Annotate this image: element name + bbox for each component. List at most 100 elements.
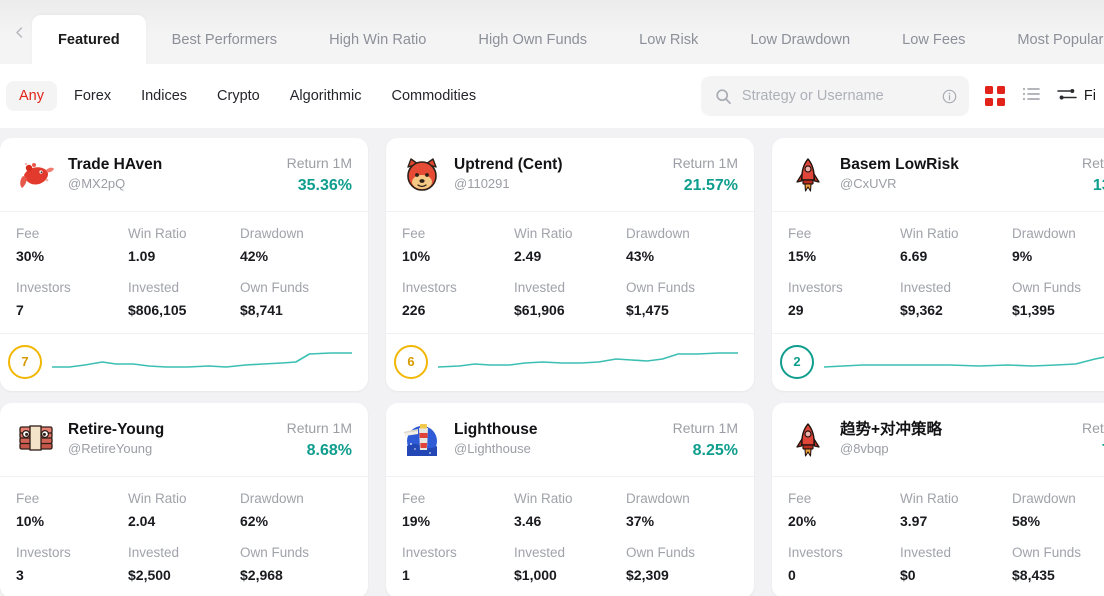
stat-invested: Invested $9,362 [900,278,1012,321]
stats-row-primary: Fee 20% Win Ratio 3.97 Drawdown 58% [788,489,1104,532]
stat-label: Drawdown [240,226,304,241]
strategy-card-5[interactable]: Lighthouse @Lighthouse Return 1M 8.25% F… [386,403,754,596]
strategy-card-6[interactable]: 趋势+对冲策略 @8vbqp Return 7.9 Fee 20% Win Ra… [772,403,1104,596]
rocket-avatar [788,155,828,195]
strategy-card-5-return: Return 1M 8.25% [665,419,738,462]
stat-value: 0 [788,567,796,583]
return-label: Return [1081,420,1104,436]
strategy-card-3[interactable]: Basem LowRisk @CxUVR Return 13.9 Fee 15%… [772,138,1104,391]
strategy-name: Lighthouse [454,421,538,438]
stat-label: Investors [402,280,457,295]
stats-row-primary: Fee 10% Win Ratio 2.04 Drawdown 62% [16,489,352,532]
category-tab-bar: Featured Best Performers High Win Ratio Hig… [0,0,1104,64]
tab-high-own-funds[interactable]: High Own Funds [452,15,613,64]
stat-value: 10% [16,513,45,529]
stat-win-ratio: Win Ratio 1.09 [128,224,240,267]
stats-row-primary: Fee 10% Win Ratio 2.49 Drawdown 43% [402,224,738,267]
strategy-name: Basem LowRisk [840,156,959,173]
tabs-scroll-container[interactable]: Featured Best Performers High Win Ratio Hig… [32,0,1104,64]
strategy-card-1-performance-row: 7 [0,333,368,391]
stat-fee: Fee 10% [16,489,128,532]
chevron-left-icon[interactable] [6,0,32,64]
asset-class-chip-row: Any Forex Indices Crypto Algorithmic Commodit… [6,81,489,111]
strategy-card-1-header: Trade HAven @MX2pQ Return 1M 35.36% [0,138,368,212]
strategy-card-4-identity: Retire-Young @RetireYoung [68,419,279,458]
performance-sparkline [52,345,352,379]
stat-value: 6.69 [900,248,928,264]
tab-featured[interactable]: Featured [32,15,146,64]
stat-invested: Invested $0 [900,543,1012,586]
stat-label: Win Ratio [128,226,187,241]
stat-value: $61,906 [514,302,565,318]
stat-value: $2,968 [240,567,283,583]
stat-value: $1,000 [514,567,557,583]
stat-label: Own Funds [626,280,696,295]
tab-high-win-ratio[interactable]: High Win Ratio [303,15,452,64]
strategy-card-2[interactable]: Uptrend (Cent) @110291 Return 1M 21.57% … [386,138,754,391]
chip-algorithmic[interactable]: Algorithmic [277,81,375,111]
strategy-card-5-identity: Lighthouse @Lighthouse [454,419,665,458]
strategy-card-2-header: Uptrend (Cent) @110291 Return 1M 21.57% [386,138,754,212]
chip-any[interactable]: Any [6,81,57,111]
strategy-card-1-identity: Trade HAven @MX2pQ [68,154,279,193]
stat-value: $806,105 [128,302,187,318]
stat-investors: Investors 0 [788,543,900,586]
tab-best-performers[interactable]: Best Performers [146,15,303,64]
grid-view-toggle[interactable] [984,86,1005,106]
stat-fee: Fee 10% [402,224,514,267]
stat-win-ratio: Win Ratio 2.04 [128,489,240,532]
search-box[interactable] [700,76,969,116]
list-view-toggle[interactable] [1021,84,1041,109]
strategy-username: @CxUVR [840,176,897,191]
tab-low-fees[interactable]: Low Fees [876,15,991,64]
stat-value: 3.97 [900,513,928,529]
strategy-username: @RetireYoung [68,441,153,456]
tab-most-popular[interactable]: Most Popular [991,15,1104,64]
stat-label: Investors [402,545,457,560]
stat-drawdown: Drawdown 9% [1012,224,1104,267]
chip-commodities[interactable]: Commodities [378,81,489,111]
chip-forex[interactable]: Forex [61,81,124,111]
strategy-card-4[interactable]: Retire-Young @RetireYoung Return 1M 8.68… [0,403,368,596]
stat-value: 58% [1012,513,1041,529]
performance-sparkline [824,345,1104,379]
stat-value: 30% [16,248,45,264]
stat-fee: Fee 15% [788,224,900,267]
chip-indices[interactable]: Indices [128,81,200,111]
stat-win-ratio: Win Ratio 3.46 [514,489,626,532]
stat-value: 10% [402,248,431,264]
stat-label: Own Funds [240,545,310,560]
list-view-icon [1021,84,1041,109]
stat-investors: Investors 29 [788,278,900,321]
strategy-card-1[interactable]: Trade HAven @MX2pQ Return 1M 35.36% Fee … [0,138,368,391]
stat-value: 2.49 [514,248,542,264]
performance-sparkline [438,345,738,379]
chip-crypto[interactable]: Crypto [204,81,273,111]
stat-label: Investors [788,545,843,560]
strategy-card-2-identity: Uptrend (Cent) @110291 [454,154,665,193]
lighthouse-avatar [402,420,442,460]
return-label: Return 1M [286,155,352,171]
stat-invested: Invested $1,000 [514,543,626,586]
stat-value: 29 [788,302,804,318]
stat-label: Drawdown [626,226,690,241]
return-value: 35.36% [297,177,352,194]
stats-row-primary: Fee 19% Win Ratio 3.46 Drawdown 37% [402,489,738,532]
filters-button[interactable]: Fi [1057,85,1096,107]
strategy-board[interactable]: Trade HAven @MX2pQ Return 1M 35.36% Fee … [0,128,1104,596]
search-input[interactable] [741,88,932,104]
stat-label: Investors [16,545,71,560]
return-label: Return 1M [672,155,738,171]
info-circle-icon[interactable] [942,89,957,104]
stat-value: 7 [16,302,24,318]
tab-low-drawdown[interactable]: Low Drawdown [724,15,876,64]
stat-own-funds: Own Funds $1,395 [1012,278,1104,321]
rank-badge: 6 [394,344,428,379]
stats-row-primary: Fee 30% Win Ratio 1.09 Drawdown 42% [16,224,352,267]
tab-low-risk[interactable]: Low Risk [613,15,724,64]
stat-investors: Investors 226 [402,278,514,321]
strategy-card-1-stats: Fee 30% Win Ratio 1.09 Drawdown 42% Inve… [0,212,368,333]
rank-badge: 7 [8,344,42,379]
stat-fee: Fee 30% [16,224,128,267]
stat-label: Win Ratio [128,491,187,506]
